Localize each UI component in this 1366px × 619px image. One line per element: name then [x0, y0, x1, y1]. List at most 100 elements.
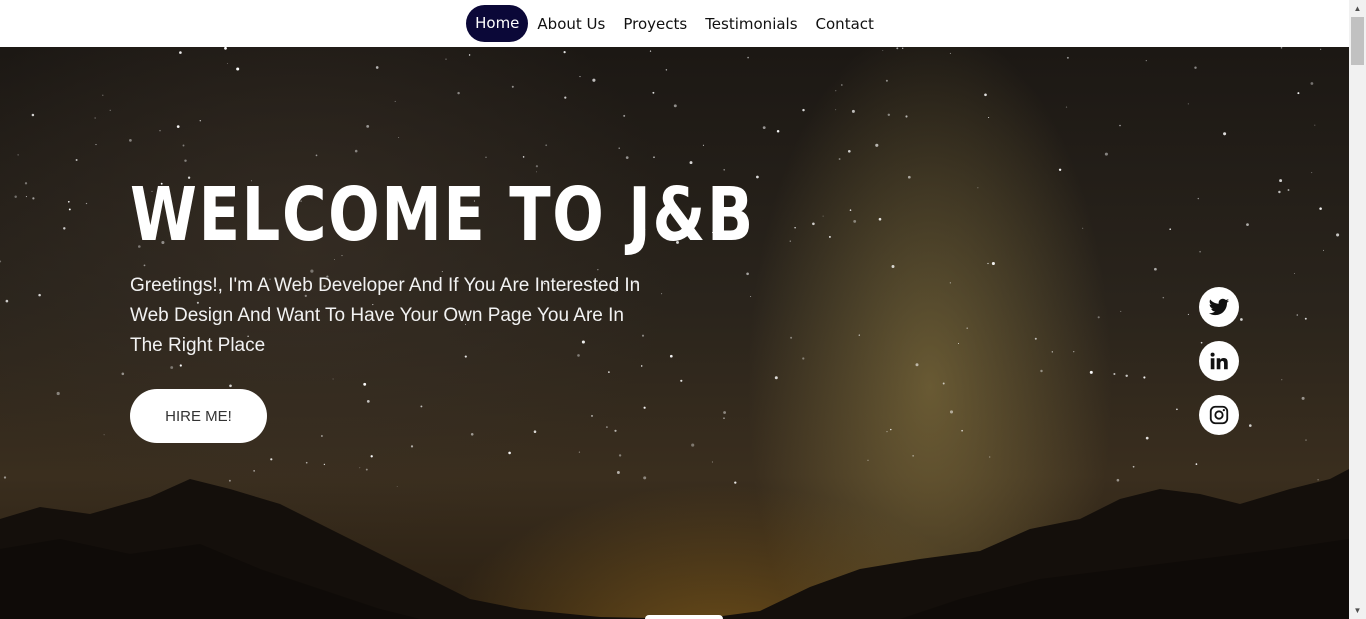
star	[38, 293, 41, 297]
nav-link-testimonials[interactable]: Testimonials	[696, 7, 806, 41]
twitter-icon	[1208, 298, 1230, 316]
star	[1113, 372, 1116, 376]
star	[109, 109, 111, 111]
star	[95, 144, 97, 146]
star	[723, 168, 726, 171]
star	[774, 376, 778, 380]
scroll-down-arrow-icon[interactable]: ▼	[1349, 602, 1366, 619]
star	[776, 129, 780, 133]
star	[723, 417, 725, 419]
nav-link-contact[interactable]: Contact	[807, 7, 883, 41]
star	[1073, 351, 1075, 353]
linkedin-icon	[1210, 352, 1228, 370]
star	[812, 222, 815, 226]
instagram-link[interactable]	[1199, 395, 1239, 435]
star	[1301, 396, 1305, 400]
star	[750, 295, 752, 298]
star	[398, 136, 400, 138]
star	[1082, 227, 1084, 229]
star	[822, 215, 824, 217]
star	[375, 66, 379, 69]
linkedin-link[interactable]	[1199, 341, 1239, 381]
nav-link-home[interactable]: Home	[466, 5, 529, 42]
star	[890, 428, 892, 431]
star	[1296, 314, 1299, 316]
twitter-link[interactable]	[1199, 287, 1239, 327]
star	[802, 108, 805, 112]
star	[1145, 60, 1147, 62]
star	[1323, 249, 1324, 251]
star	[1279, 179, 1283, 183]
star	[182, 144, 185, 147]
star	[1169, 228, 1172, 231]
star	[1246, 223, 1249, 226]
star	[129, 139, 132, 142]
star	[912, 455, 914, 457]
star	[905, 115, 908, 118]
star	[1319, 207, 1322, 210]
star	[673, 104, 677, 108]
star	[1240, 318, 1243, 321]
star	[1051, 351, 1053, 353]
star	[159, 129, 161, 132]
star	[623, 114, 626, 117]
scroll-up-arrow-icon[interactable]: ▲	[1349, 0, 1366, 17]
instagram-icon	[1209, 405, 1229, 425]
star	[1310, 82, 1314, 85]
social-links	[1199, 287, 1239, 435]
star	[1281, 379, 1283, 381]
star	[984, 93, 987, 97]
star	[17, 154, 19, 156]
star	[224, 47, 227, 50]
star	[32, 197, 35, 200]
star	[789, 240, 791, 242]
star	[802, 357, 805, 360]
star	[853, 219, 857, 223]
star	[875, 143, 879, 147]
page-scrollbar[interactable]: ▲ ▼	[1349, 0, 1366, 619]
star	[410, 445, 414, 448]
star	[103, 434, 105, 436]
nav-link-about-us[interactable]: About Us	[528, 7, 614, 41]
star	[485, 156, 487, 158]
hire-me-button[interactable]: HIRE ME!	[130, 389, 267, 443]
star	[75, 159, 78, 161]
nav-link-proyects[interactable]: Proyects	[614, 7, 696, 41]
star	[1249, 424, 1252, 427]
star	[315, 154, 318, 157]
star	[508, 451, 511, 455]
star	[896, 47, 899, 50]
star	[858, 334, 860, 336]
star	[746, 272, 749, 276]
star	[977, 187, 979, 189]
star	[1097, 316, 1100, 319]
star	[652, 91, 655, 94]
scrollbar-thumb[interactable]	[1351, 17, 1364, 65]
star	[762, 126, 766, 130]
star	[1187, 313, 1189, 315]
star	[882, 49, 884, 51]
star	[1154, 267, 1157, 271]
star	[1176, 408, 1178, 411]
star	[949, 282, 951, 284]
star	[989, 456, 991, 458]
star	[1336, 233, 1340, 237]
star	[563, 51, 566, 54]
star	[949, 52, 951, 54]
star	[1223, 132, 1227, 136]
star	[1089, 370, 1093, 374]
star	[1066, 56, 1069, 59]
hero-section: WELCOME TO J&B Greetings!, I'm A Web Dev…	[0, 47, 1349, 619]
star	[747, 56, 749, 59]
star	[179, 51, 182, 54]
star	[1065, 106, 1068, 108]
star	[1293, 272, 1295, 274]
star	[887, 113, 891, 117]
star	[966, 327, 968, 329]
star	[579, 76, 581, 78]
star	[63, 227, 66, 230]
star	[24, 182, 28, 185]
star	[835, 90, 837, 92]
star	[0, 260, 2, 263]
star	[1197, 197, 1200, 200]
